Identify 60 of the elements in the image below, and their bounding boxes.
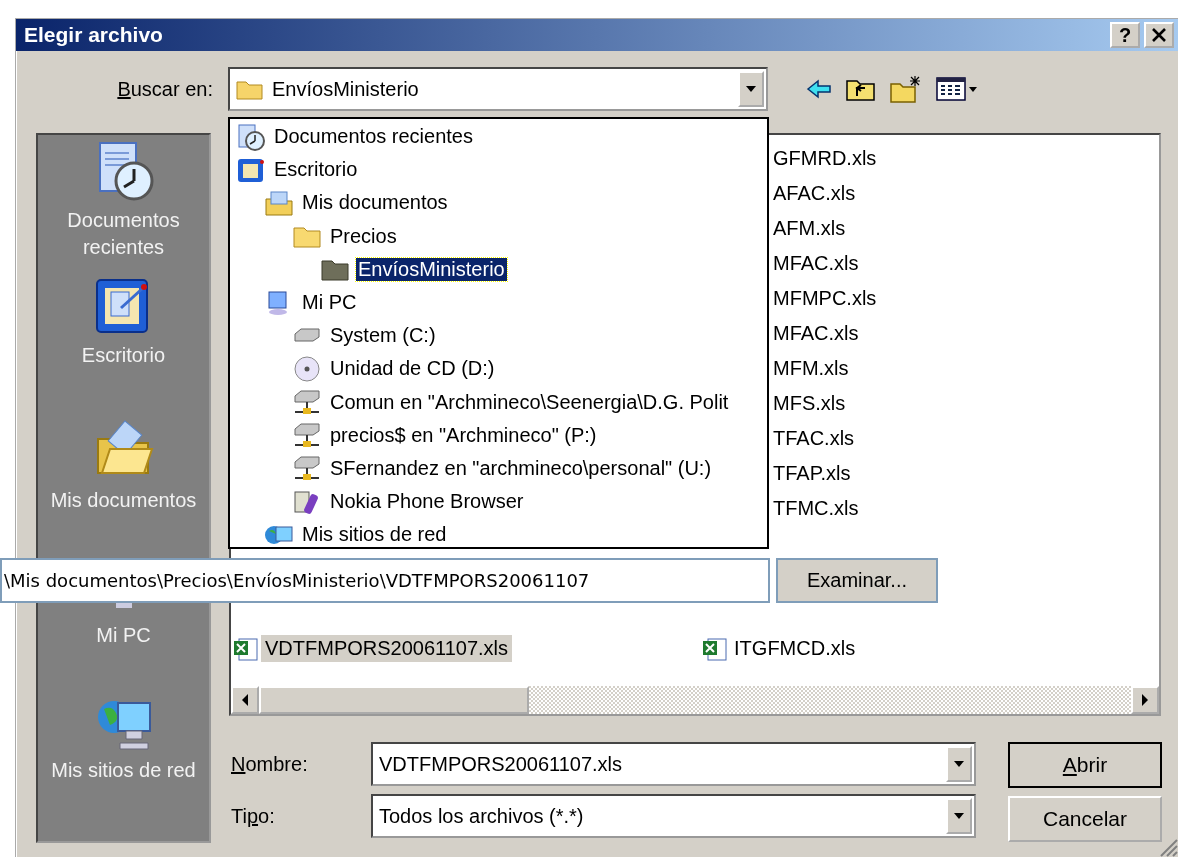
location-item[interactable]: Unidad de CD (D:) [328,357,497,381]
location-item[interactable]: Mi PC [300,291,359,315]
location-item[interactable]: Escritorio [272,158,360,182]
file-name[interactable]: TFAP.xls [773,456,851,491]
location-item[interactable]: Comun en "Archmineco\Seenergia\D.G. Polit [328,390,731,414]
places-item[interactable]: Mis documentos [50,409,197,554]
path-field[interactable]: \Mis documentos\Precios\EnvíosMinisterio\VDTFMPORS20061107 [0,558,770,603]
cancel-button[interactable]: Cancelar [1008,796,1162,842]
horizontal-scrollbar[interactable] [231,686,1159,714]
file-name[interactable]: MFMPC.xls [773,281,877,316]
back-arrow-icon[interactable] [806,78,832,100]
recent-icon [236,122,266,151]
places-item[interactable]: Escritorio [81,274,166,409]
netdrive-icon [292,421,322,450]
location-item[interactable]: Precios [328,224,399,248]
browse-button[interactable]: Examinar... [776,558,938,603]
places-item[interactable]: Mis sitios de red [51,689,196,824]
location-item[interactable]: Nokia Phone Browser [328,490,526,514]
file-name[interactable]: MFM.xls [773,351,849,386]
file-name[interactable]: MFS.xls [773,386,846,421]
spreadsheet-file-icon [233,636,259,661]
help-button[interactable]: ? [1110,22,1140,48]
type-label: Tipo: [230,804,276,828]
file-name[interactable]: TFMC.xls [773,491,859,526]
netdrive-icon [292,454,322,483]
location-item[interactable]: precios$ en "Archmineco" (P:) [328,423,599,447]
file-name[interactable]: TFAC.xls [773,421,855,456]
location-item[interactable]: Mis sitios de red [300,523,449,547]
open-button[interactable]: Abrir [1008,742,1162,788]
location-item[interactable]: SFernandez en "archmineco\personal" (U:) [328,456,714,480]
mydocs-icon [264,188,294,217]
look-in-label: Buscar en: [116,77,213,101]
scroll-right-icon[interactable] [1131,686,1159,714]
file-name[interactable]: VDTFMPORS20061107.xls [261,635,513,662]
close-icon [1151,28,1167,42]
file-name[interactable]: AFAC.xls [773,176,856,211]
file-name[interactable]: MFAC.xls [773,246,859,281]
file-name[interactable]: ITGFMCD.xls [730,635,860,662]
view-menu-icon[interactable] [936,77,980,101]
look-in-dropdown[interactable]: EnvíosMinisterio [228,67,768,111]
location-item[interactable]: Documentos recientes [272,125,475,149]
name-label: Nombre: [230,752,309,776]
scroll-thumb[interactable] [259,686,529,714]
new-folder-icon[interactable] [890,75,922,103]
location-item[interactable]: Mis documentos [300,191,450,215]
folder-icon [236,78,264,100]
cd-icon [292,354,322,383]
file-name[interactable]: AFM.xls [773,211,846,246]
scroll-left-icon[interactable] [231,686,259,714]
location-item[interactable]: EnvíosMinisterio [356,257,507,281]
spreadsheet-file-icon [702,636,729,661]
netdrive-icon [292,388,322,417]
places-item[interactable]: Documentos recientes [38,139,209,274]
window-title: Elegir archivo [24,23,163,47]
file-name[interactable]: MFAC.xls [773,316,859,351]
type-dropdown[interactable]: Todos los archivos (*.*) [371,794,976,838]
close-button[interactable] [1144,22,1174,48]
file-name[interactable]: GFMRD.xls [773,141,877,176]
name-field[interactable]: VDTFMPORS20061107.xls [371,742,976,786]
location-item[interactable]: System (C:) [328,324,438,348]
